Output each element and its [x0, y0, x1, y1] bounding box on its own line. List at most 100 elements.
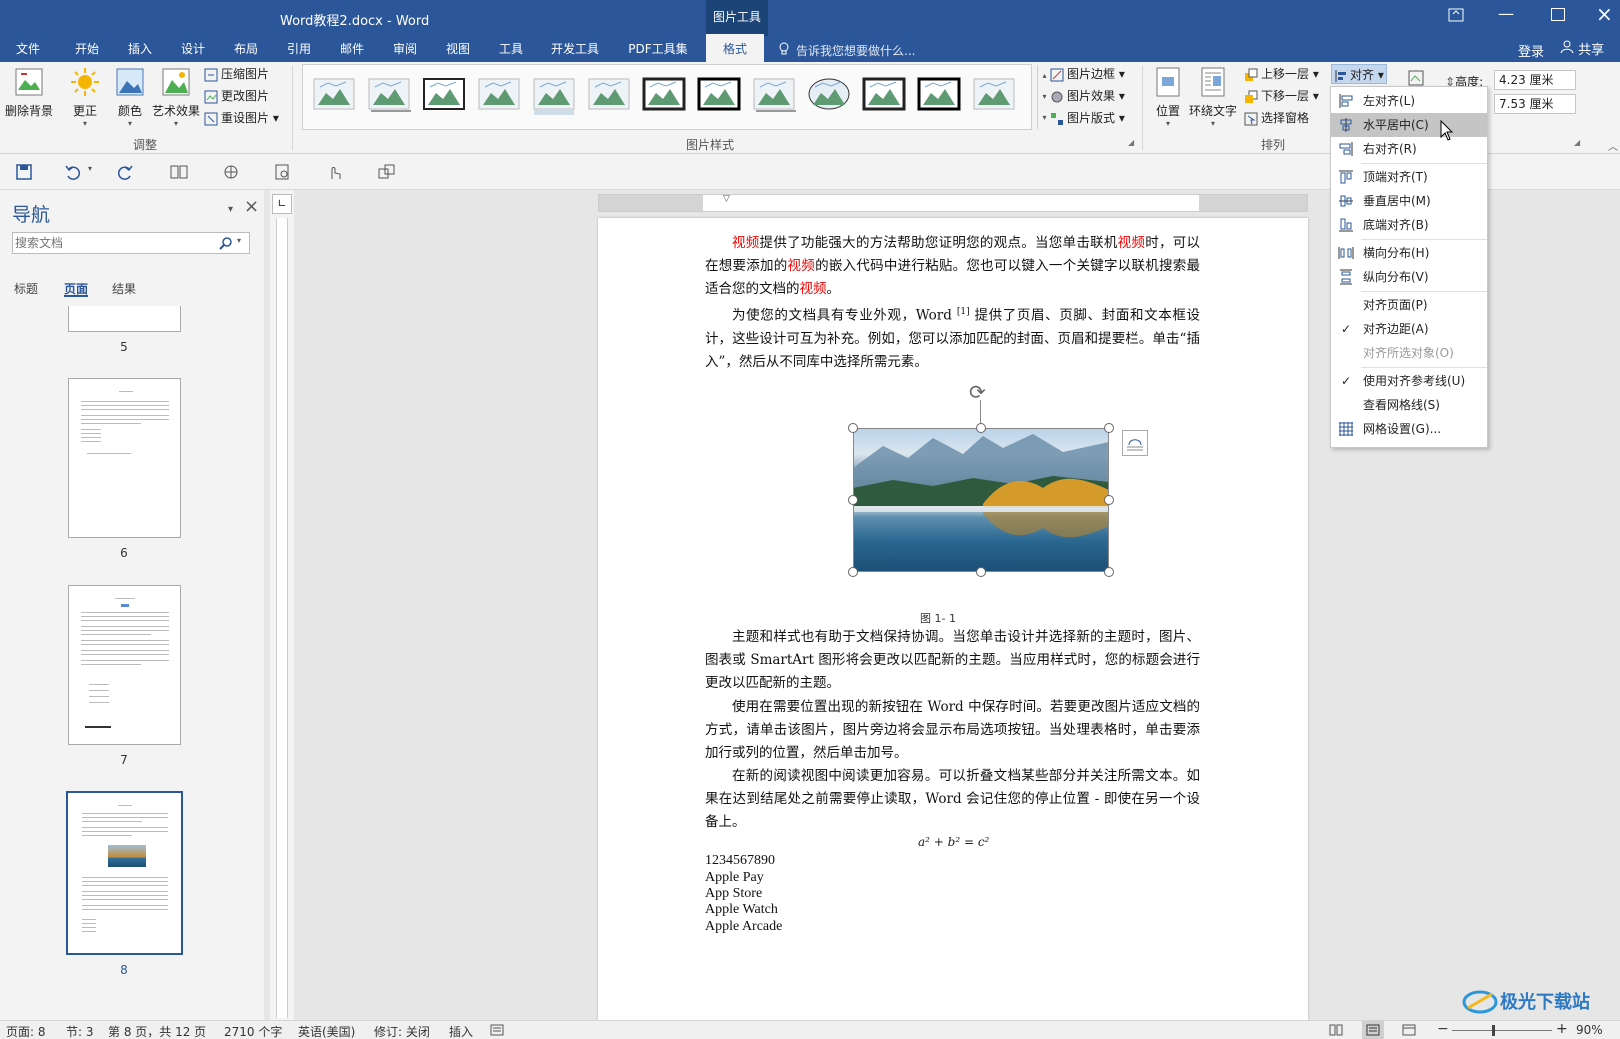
horizontal-ruler[interactable]: ▽ [598, 194, 1308, 212]
menu-align-left[interactable]: 左对齐(L) [1331, 89, 1487, 113]
status-track-changes[interactable]: 修订: 关闭 [374, 1023, 430, 1039]
picture-style-option[interactable] [366, 75, 412, 117]
tab-file[interactable]: 文件 [0, 36, 56, 62]
zoom-slider-thumb[interactable] [1492, 1025, 1495, 1036]
nav-tab-headings[interactable]: 标题 [14, 280, 38, 297]
footnote-reference[interactable]: [1] [957, 307, 970, 317]
gallery-scroll[interactable]: ▴ ▾ ▾ [1037, 65, 1051, 129]
tab-format[interactable]: 格式 [706, 34, 764, 62]
tab-mailings[interactable]: 邮件 [332, 36, 372, 62]
remove-background-button[interactable]: 删除背景 [4, 66, 54, 119]
status-page[interactable]: 页面: 8 [6, 1023, 46, 1039]
nav-close-icon[interactable]: × [244, 196, 259, 217]
login-link[interactable]: 登录 [1518, 41, 1544, 60]
selection-pane-button[interactable]: 选择窗格 [1244, 108, 1309, 128]
rotate-handle-icon[interactable]: ⟳ [969, 382, 986, 402]
resize-handle[interactable] [1104, 567, 1114, 577]
dialog-launcher-icon[interactable]: ◢ [1128, 138, 1134, 147]
tab-tools[interactable]: 工具 [491, 36, 531, 62]
status-language[interactable]: 英语(美国) [298, 1023, 355, 1039]
bring-forward-button[interactable]: 上移一层 ▾ [1244, 64, 1319, 84]
tab-pdf-tools[interactable]: PDF工具集 [620, 36, 696, 62]
picture-style-option[interactable] [531, 75, 577, 117]
nav-search-input[interactable] [15, 234, 205, 252]
resize-handle[interactable] [1104, 423, 1114, 433]
menu-view-gridlines[interactable]: 查看网格线(S) [1331, 393, 1487, 417]
resize-handle[interactable] [1104, 495, 1114, 505]
height-input[interactable]: 4.23 厘米 [1494, 70, 1576, 90]
color-button[interactable]: 颜色 ▾ [110, 66, 150, 128]
compress-pictures-button[interactable]: 压缩图片 [204, 64, 269, 84]
align-button[interactable]: 对齐 ▾ [1331, 64, 1387, 84]
tab-references[interactable]: 引用 [279, 36, 319, 62]
picture-style-option[interactable] [311, 75, 357, 117]
status-word-count[interactable]: 2710 个字 [224, 1023, 282, 1039]
redo-icon[interactable] [118, 164, 134, 180]
tab-insert[interactable]: 插入 [120, 36, 160, 62]
width-input[interactable]: 7.53 厘米 [1494, 94, 1576, 114]
menu-align-center[interactable]: 水平居中(C) [1331, 113, 1487, 137]
nav-search-box[interactable]: ▾ [12, 232, 250, 254]
layout-options-button[interactable] [1122, 430, 1148, 456]
zoom-out-icon[interactable]: − [1437, 1021, 1449, 1037]
resize-handle[interactable] [848, 423, 858, 433]
picture-style-option[interactable] [696, 75, 742, 117]
corrections-button[interactable]: 更正 ▾ [66, 66, 104, 128]
touch-mode-icon[interactable] [326, 164, 344, 180]
reset-picture-button[interactable]: 重设图片 ▾ [204, 108, 279, 128]
zoom-slider[interactable] [1452, 1030, 1552, 1031]
menu-align-right[interactable]: 右对齐(R) [1331, 137, 1487, 161]
picture-style-option[interactable] [421, 75, 467, 117]
resize-handle[interactable] [976, 423, 986, 433]
tab-developer[interactable]: 开发工具 [545, 36, 605, 62]
menu-align-bottom[interactable]: 底端对齐(B) [1331, 213, 1487, 237]
picture-style-option[interactable] [916, 75, 962, 117]
menu-align-middle[interactable]: 垂直居中(M) [1331, 189, 1487, 213]
tab-review[interactable]: 审阅 [385, 36, 425, 62]
picture-effects-button[interactable]: 图片效果 ▾ [1050, 86, 1125, 106]
change-picture-button[interactable]: 更改图片 [204, 86, 269, 106]
undo-dropdown-icon[interactable]: ▾ [88, 164, 92, 173]
undo-icon[interactable] [64, 164, 80, 180]
picture-layout-button[interactable]: 图片版式 ▾ [1050, 108, 1125, 128]
picture-style-option[interactable] [586, 75, 632, 117]
read-mode-view-icon[interactable] [1329, 1024, 1343, 1036]
close-icon[interactable]: × [1596, 2, 1613, 26]
nav-tab-results[interactable]: 结果 [112, 280, 136, 297]
search-icon[interactable] [219, 236, 233, 250]
menu-use-alignment-guides[interactable]: ✓ 使用对齐参考线(U) [1331, 369, 1487, 393]
resize-handle[interactable] [976, 567, 986, 577]
menu-grid-settings[interactable]: 网格设置(G)... [1331, 417, 1487, 441]
minimize-icon[interactable]: — [1498, 4, 1520, 28]
customize-qat-icon[interactable] [378, 164, 396, 180]
tab-view[interactable]: 视图 [438, 36, 478, 62]
maximize-icon[interactable] [1551, 8, 1565, 21]
menu-distribute-horizontal[interactable]: 横向分布(H) [1331, 241, 1487, 265]
save-icon[interactable] [16, 164, 32, 180]
page-thumbnail-5[interactable] [68, 306, 181, 332]
tell-me-box[interactable]: 告诉我您想要做什么... [796, 42, 915, 59]
web-layout-icon[interactable] [222, 164, 240, 180]
zoom-in-icon[interactable]: + [1556, 1021, 1568, 1037]
print-preview-icon[interactable] [274, 164, 292, 180]
menu-align-to-page[interactable]: 对齐页面(P) [1331, 293, 1487, 317]
artistic-effects-button[interactable]: 艺术效果 ▾ [150, 66, 202, 128]
picture-style-option[interactable] [971, 75, 1017, 117]
resize-handle[interactable] [848, 567, 858, 577]
position-button[interactable]: 位置 ▾ [1148, 66, 1188, 128]
page-thumbnail-6[interactable] [68, 378, 181, 538]
web-layout-view-icon[interactable] [1402, 1024, 1416, 1036]
status-insert-mode[interactable]: 插入 [449, 1023, 473, 1039]
print-layout-view-button[interactable] [1362, 1021, 1384, 1039]
ribbon-display-options-icon[interactable] [1448, 8, 1470, 28]
macro-record-icon[interactable] [490, 1024, 504, 1036]
zoom-level[interactable]: 90% [1576, 1023, 1603, 1037]
picture-styles-gallery[interactable]: ▴ ▾ ▾ [302, 64, 1047, 130]
picture-border-button[interactable]: 图片边框 ▾ [1050, 64, 1125, 84]
status-section[interactable]: 节: 3 [66, 1023, 94, 1039]
resize-handle[interactable] [848, 495, 858, 505]
tab-design[interactable]: 设计 [173, 36, 213, 62]
search-dropdown-icon[interactable]: ▾ [237, 236, 241, 245]
picture-style-option[interactable] [806, 75, 852, 117]
nav-options-icon[interactable]: ▾ [228, 204, 233, 215]
